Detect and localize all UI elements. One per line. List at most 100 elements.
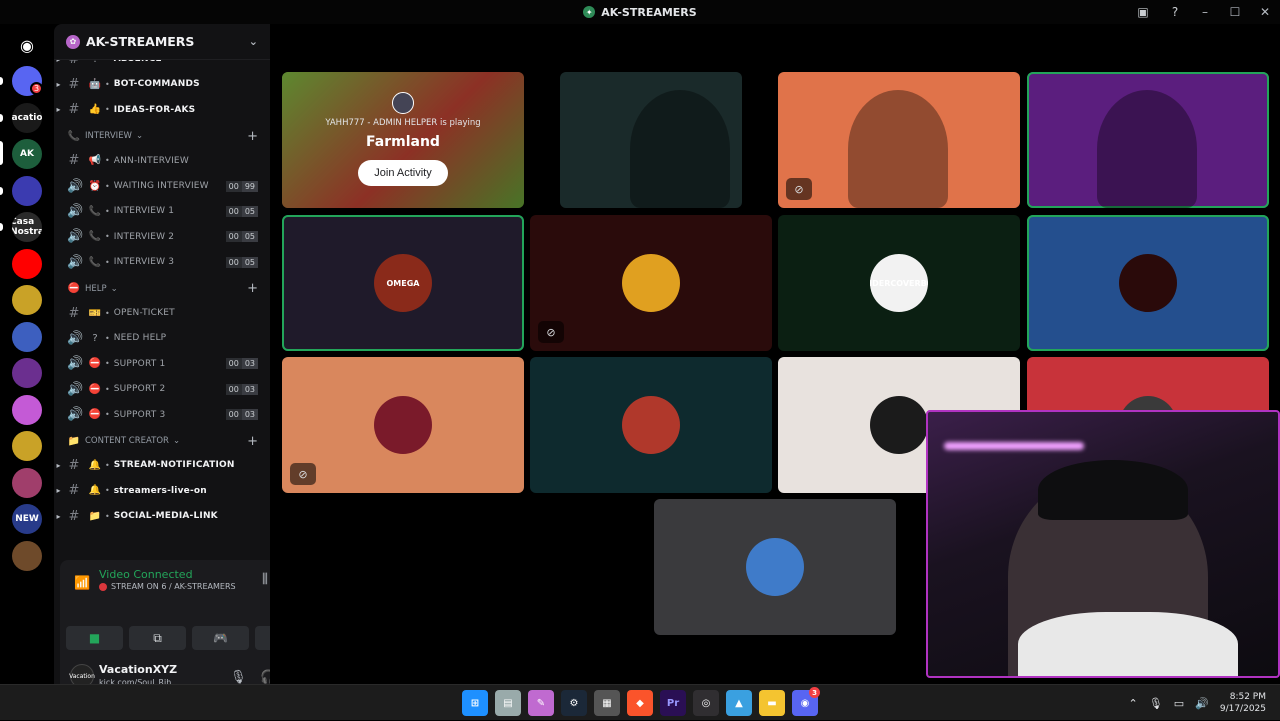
volume-icon[interactable]: 🔊	[1195, 697, 1209, 710]
channel-name: BOT-COMMANDS	[113, 79, 200, 90]
participant-tile[interactable]: ⊘	[282, 357, 524, 493]
channel-item[interactable]: ▸ # 🔔 • streamers-live-on	[54, 480, 270, 502]
server-icon-label: Vacation	[12, 112, 42, 123]
activity-playing-text: YAHH777 - ADMIN HELPER is playing	[325, 118, 481, 128]
channel-dot: •	[105, 308, 110, 318]
obs-icon[interactable]: ◎	[693, 690, 719, 716]
inbox-icon[interactable]: ▣	[1134, 3, 1152, 21]
channel-item[interactable]: 🔊 📞 • INTERVIEW 1 00 05	[54, 200, 270, 222]
add-channel-icon[interactable]: +	[247, 434, 258, 449]
microphone-icon[interactable]: 🎙	[1149, 697, 1163, 710]
channel-item[interactable]: 🔊 📞 • INTERVIEW 3 00 05	[54, 251, 270, 273]
voice-channel-info[interactable]: STREAM ON 6 / AK-STREAMERS	[99, 582, 236, 591]
server-icon[interactable]	[12, 467, 42, 498]
selected-server-indicator	[0, 141, 3, 165]
participant-tile[interactable]	[1027, 215, 1269, 351]
server-icon[interactable]: Vacation	[12, 102, 42, 133]
close-icon[interactable]: ✕	[1250, 5, 1280, 19]
help-icon[interactable]: ?	[1166, 3, 1184, 21]
participant-tile[interactable]	[530, 357, 772, 493]
channel-item[interactable]: ▸ # 🔔 • STREAM-NOTIFICATION	[54, 454, 270, 476]
server-icon[interactable]	[12, 175, 42, 206]
camera-preview-pip[interactable]	[926, 410, 1280, 678]
participant-tile[interactable]	[560, 72, 742, 208]
server-icon: ✿	[66, 34, 80, 49]
network-icon[interactable]: ▭	[1174, 697, 1184, 710]
channel-category[interactable]: ⛔ HELP ⌄ +	[54, 280, 270, 298]
hash-icon: #	[68, 483, 80, 499]
steam-icon[interactable]: ⚙	[561, 690, 587, 716]
channel-name: OPEN-TICKET	[113, 308, 175, 318]
server-icon[interactable]	[12, 285, 42, 315]
server-icon[interactable]	[12, 248, 42, 279]
participant-tile[interactable]: UNDERCOVERBOY	[778, 215, 1020, 351]
participant-tile[interactable]: ⊘	[778, 72, 1020, 208]
channel-item[interactable]: 🔊 ⏰ • WAITING INTERVIEW 00 99	[54, 175, 270, 197]
channel-item[interactable]: 🔊 ⛔ • SUPPORT 2 00 03	[54, 378, 270, 400]
participant-tile[interactable]: OMEGA	[282, 215, 524, 351]
brave-icon[interactable]: ◆	[627, 690, 653, 716]
participant-tile[interactable]	[654, 499, 896, 635]
channel-category[interactable]: 📁 Content Creator ⌄ +	[54, 432, 270, 450]
voice-status[interactable]: Video Connected	[99, 568, 193, 581]
channel-item[interactable]: # 📢 • ANN-INTERVIEW	[54, 150, 270, 172]
hash-icon: #	[68, 153, 80, 169]
server-icon[interactable]	[12, 540, 42, 571]
signal-icon[interactable]: 📶	[74, 576, 90, 591]
server-icon[interactable]: AK	[12, 139, 42, 169]
channel-list: ▸#!•ABSENCE ▸#🤖•BOT-COMMANDS ▸#👍•IDEAS-FOR…	[54, 60, 270, 560]
channel-dot: •	[105, 206, 110, 216]
photos-icon[interactable]: ▲	[726, 690, 752, 716]
discord-icon[interactable]: ◉ 3	[792, 687, 820, 716]
server-icon[interactable]	[12, 321, 42, 352]
screen-share-icon[interactable]: ⧉	[129, 626, 186, 650]
speaker-icon: 🔊	[67, 229, 84, 245]
file-icon[interactable]: ▤	[495, 690, 521, 716]
channel-item[interactable]: 🔊 📞 • INTERVIEW 2 00 05	[54, 226, 270, 248]
channel-category[interactable]: 📞 INTERVIEW ⌄ +	[54, 127, 270, 145]
maximize-icon[interactable]: ☐	[1220, 5, 1250, 19]
channel-emoji: ⛔	[88, 358, 102, 370]
clock[interactable]: 8:52 PM 9/17/2025	[1220, 691, 1266, 715]
server-icon[interactable]: NEW	[12, 504, 42, 534]
server-header[interactable]: ✿ AK-STREAMERS ⌄	[54, 24, 270, 60]
chevron-down-icon: ⌄	[135, 131, 144, 142]
minimize-icon[interactable]: –	[1190, 5, 1220, 19]
windows-start-icon[interactable]: ⊞	[462, 690, 488, 716]
add-channel-icon[interactable]: +	[247, 281, 258, 296]
file-explorer-icon[interactable]: ▬	[759, 690, 785, 716]
avatar	[1119, 254, 1177, 312]
participant-tile[interactable]: ⊘	[530, 215, 772, 351]
chevron-up-icon[interactable]: ⌃	[1129, 697, 1138, 710]
channel-item[interactable]: 🔊? • NEED HELP	[54, 327, 270, 349]
premiere-icon[interactable]: Pr	[660, 690, 686, 716]
server-icon[interactable]	[12, 394, 42, 425]
camera-icon[interactable]: ■	[66, 626, 123, 650]
add-channel-icon[interactable]: +	[247, 129, 258, 144]
system-tray: ⌃ 🎙 ▭ 🔊 8:52 PM 9/17/2025	[1129, 685, 1280, 721]
microphone-icon[interactable]: 🎙	[230, 670, 247, 685]
activity-icon[interactable]: 🎮	[192, 626, 249, 650]
channel-item[interactable]: ▸ # 🤖 • BOT-COMMANDS	[54, 73, 270, 95]
server-icon[interactable]	[12, 358, 42, 388]
server-icon[interactable]: Casa Nostra	[12, 212, 42, 242]
channel-emoji: 🤖	[88, 78, 102, 90]
channel-item[interactable]: ▸ # 👍 • IDEAS-FOR-AKS	[54, 99, 270, 121]
calculator-icon[interactable]: ▦	[594, 690, 620, 716]
chevron-down-icon[interactable]: ⌄	[249, 35, 258, 48]
channel-item[interactable]: ▸ # 📁 • SOCIAL-MEDIA-LINK	[54, 505, 270, 527]
channel-item[interactable]: # 🎫 • OPEN-TICKET	[54, 302, 270, 324]
channel-item[interactable]: ▸ #!• ABSENCE	[54, 60, 270, 70]
participant-tile[interactable]	[1027, 72, 1269, 208]
activity-tile[interactable]: YAHH777 - ADMIN HELPER is playing Farmlan…	[282, 72, 524, 208]
server-icon[interactable]	[12, 431, 42, 461]
notes-icon[interactable]: ✎	[528, 690, 554, 716]
noise-suppression-icon[interactable]: ⫼	[262, 572, 268, 587]
username[interactable]: VacationXYZ	[99, 663, 177, 676]
channel-item[interactable]: 🔊 ⛔ • SUPPORT 1 00 03	[54, 353, 270, 375]
join-activity-button[interactable]: Join Activity	[358, 160, 448, 186]
channel-name: SUPPORT 2	[113, 384, 166, 395]
user-limit-badge: 00 03	[225, 409, 258, 421]
discord-logo-icon[interactable]: ◉	[12, 30, 42, 60]
channel-item[interactable]: 🔊 ⛔ • SUPPORT 3 00 03	[54, 404, 270, 426]
